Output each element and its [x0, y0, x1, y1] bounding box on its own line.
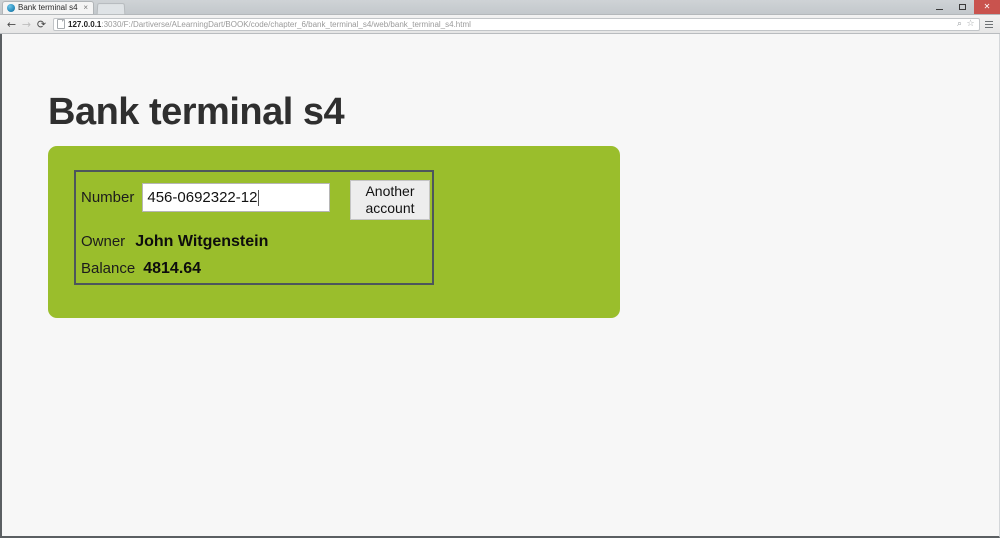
url-path: :3030/F:/Dartiverse/ALearningDart/BOOK/c… — [101, 19, 471, 29]
another-account-button[interactable]: Another account — [350, 180, 430, 220]
minimize-button[interactable] — [928, 0, 951, 14]
tab-strip: Bank terminal s4 × ✕ — [0, 0, 1000, 15]
maximize-button[interactable] — [951, 0, 974, 14]
balance-value: 4814.64 — [143, 260, 202, 277]
tab-title: Bank terminal s4 — [18, 3, 78, 12]
close-icon: ✕ — [983, 2, 991, 11]
owner-label: Owner — [81, 232, 126, 250]
menu-bar-3 — [985, 26, 993, 28]
owner-row: Owner John Witgenstein — [81, 232, 268, 251]
back-button[interactable]: ← — [4, 17, 19, 32]
account-fieldset: Number 456-0692322-12 Another account Ow… — [74, 170, 434, 285]
balance-label: Balance — [81, 259, 136, 277]
url-text: 127.0.0.1:3030/F:/Dartiverse/ALearningDa… — [68, 20, 951, 29]
omnibox-actions: ⌕ ☆ — [951, 19, 976, 30]
page-info-icon — [57, 19, 65, 29]
number-input[interactable]: 456-0692322-12 — [142, 183, 331, 212]
account-panel: Number 456-0692322-12 Another account Ow… — [48, 146, 620, 318]
minimize-icon — [936, 8, 943, 10]
menu-icon[interactable] — [982, 18, 996, 31]
browser-toolbar: ← → ⟳ 127.0.0.1:3030/F:/Dartiverse/ALear… — [0, 15, 1000, 34]
address-bar[interactable]: 127.0.0.1:3030/F:/Dartiverse/ALearningDa… — [53, 17, 980, 31]
bookmark-star-icon[interactable]: ☆ — [965, 19, 976, 30]
window-controls: ✕ — [928, 0, 1000, 14]
url-host: 127.0.0.1 — [68, 19, 102, 29]
new-tab-button[interactable] — [96, 3, 126, 15]
reload-button[interactable]: ⟳ — [34, 17, 49, 32]
owner-value: John Witgenstein — [135, 233, 269, 250]
browser-tab[interactable]: Bank terminal s4 × — [2, 1, 94, 14]
page-title: Bank terminal s4 — [48, 91, 345, 133]
zoom-icon[interactable]: ⌕ — [954, 19, 965, 30]
text-caret — [258, 189, 260, 206]
close-tab-icon[interactable]: × — [81, 4, 90, 12]
menu-bar-2 — [985, 23, 993, 25]
globe-favicon-icon — [7, 4, 15, 12]
browser-window: Bank terminal s4 × ✕ ← → ⟳ 127.0.0.1:303… — [0, 0, 1000, 538]
page-viewport: Bank terminal s4 Number 456-0692322-12 A… — [0, 34, 1000, 538]
balance-row: Balance 4814.64 — [81, 259, 201, 278]
number-label: Number — [81, 188, 135, 206]
number-input-value: 456-0692322-12 — [147, 189, 258, 206]
menu-bar-1 — [985, 20, 993, 22]
close-window-button[interactable]: ✕ — [974, 0, 1000, 14]
restore-icon — [959, 4, 966, 10]
forward-button[interactable]: → — [19, 17, 34, 32]
